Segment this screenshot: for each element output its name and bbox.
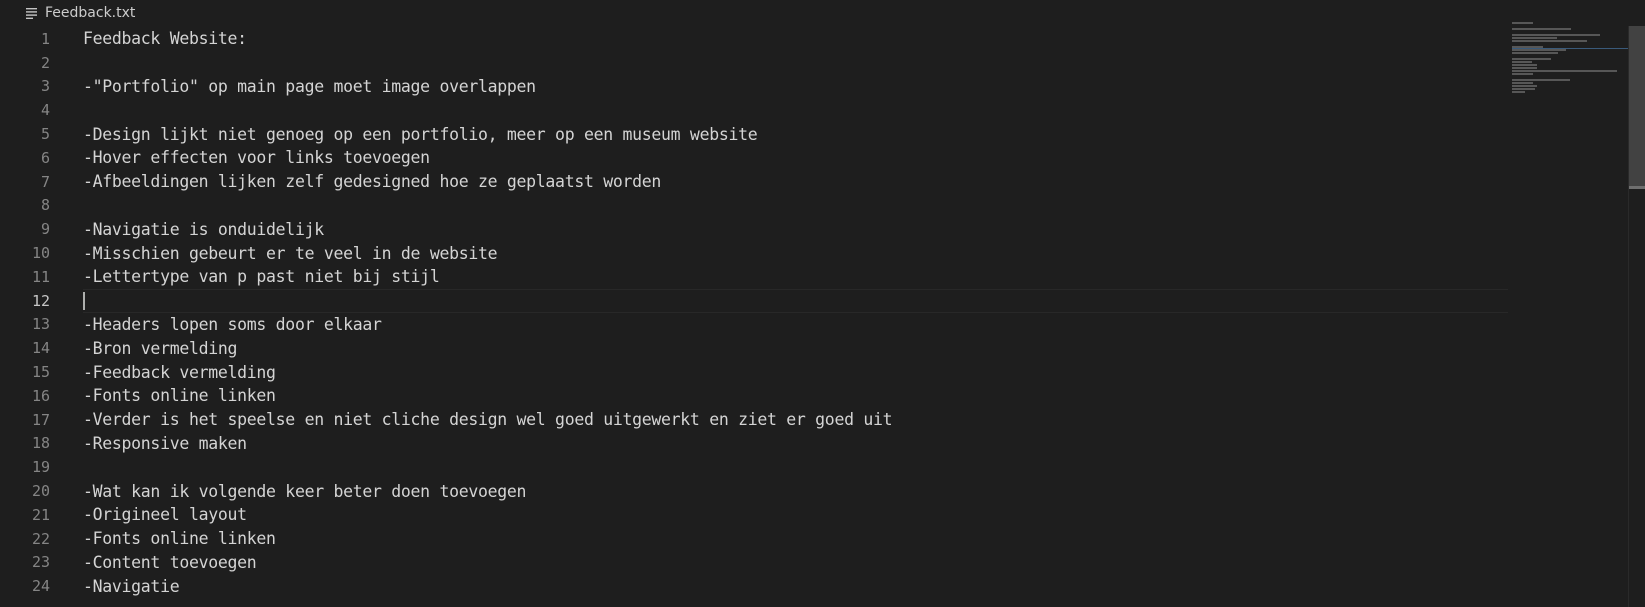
line-number: 4	[40, 101, 50, 120]
minimap-viewport-marker	[1512, 48, 1630, 49]
line-text[interactable]: -Fonts online linken	[83, 386, 276, 405]
minimap-line	[1512, 40, 1587, 42]
line-number: 22	[31, 529, 50, 548]
code-line[interactable]: 2	[0, 51, 1520, 75]
line-number: 8	[40, 196, 50, 215]
minimap[interactable]	[1512, 22, 1622, 93]
line-number: 16	[31, 386, 50, 405]
line-text[interactable]: -Verder is het speelse en niet cliche de…	[83, 410, 893, 429]
minimap-line	[1512, 52, 1559, 54]
line-text[interactable]: -Origineel layout	[83, 505, 247, 524]
line-number: 11	[31, 267, 50, 286]
code-line[interactable]: 18 -Responsive maken	[0, 432, 1520, 456]
line-text[interactable]: -Headers lopen soms door elkaar	[83, 315, 382, 334]
current-line-highlight	[83, 288, 1508, 313]
code-line[interactable]: 24 -Navigatie	[0, 574, 1520, 598]
line-text[interactable]: Feedback Website:	[83, 29, 247, 48]
line-number: 21	[31, 505, 50, 524]
line-number: 13	[31, 315, 50, 334]
code-line[interactable]: 7 -Afbeeldingen lijken zelf gedesigned ho…	[0, 170, 1520, 194]
line-text[interactable]: -Design lijkt niet genoeg op een portfol…	[83, 125, 758, 144]
code-line[interactable]: 1 Feedback Website:	[0, 27, 1520, 51]
breadcrumb-filename[interactable]: Feedback.txt	[45, 5, 135, 21]
line-text[interactable]: -Misschien gebeurt er te veel in de webs…	[83, 244, 498, 263]
code-line[interactable]: 13 -Headers lopen soms door elkaar	[0, 313, 1520, 337]
line-number: 3	[40, 77, 50, 96]
line-number: 1	[40, 29, 50, 48]
line-number: 2	[40, 53, 50, 72]
minimap-line	[1512, 82, 1534, 84]
line-number: 20	[31, 482, 50, 501]
code-line[interactable]: 12	[0, 288, 1520, 313]
breadcrumb[interactable]: Feedback.txt	[0, 0, 1500, 26]
code-line[interactable]: 15 -Feedback vermelding	[0, 360, 1520, 384]
line-number: 12	[31, 291, 50, 310]
line-text[interactable]: -Afbeeldingen lijken zelf gedesigned hoe…	[83, 172, 661, 191]
line-number: 19	[31, 458, 50, 477]
line-number: 7	[40, 172, 50, 191]
line-number: 24	[31, 577, 50, 596]
line-text[interactable]: -Lettertype van p past niet bij stijl	[83, 267, 440, 286]
code-line[interactable]: 22 -Fonts online linken	[0, 527, 1520, 551]
editor-window: Feedback.txt 1 Feedback Website: 2 3 -"Portf…	[0, 0, 1645, 607]
line-number: 23	[31, 553, 50, 572]
minimap-line	[1512, 37, 1557, 39]
code-line[interactable]: 5 -Design lijkt niet genoeg op een portfo…	[0, 122, 1520, 146]
minimap-line	[1512, 67, 1537, 69]
minimap-line	[1512, 49, 1566, 51]
minimap-line	[1512, 22, 1534, 24]
minimap-line	[1512, 34, 1600, 36]
code-line[interactable]: 16 -Fonts online linken	[0, 384, 1520, 408]
code-line[interactable]: 23 -Content toevoegen	[0, 551, 1520, 575]
line-text[interactable]: -Navigatie is onduidelijk	[83, 220, 324, 239]
code-line[interactable]: 6 -Hover effecten voor links toevoegen	[0, 146, 1520, 170]
minimap-line	[1512, 70, 1617, 72]
code-line[interactable]: 3 -"Portfolio" op main page moet image ov…	[0, 75, 1520, 99]
minimap-line	[1512, 73, 1534, 75]
minimap-line	[1512, 58, 1551, 60]
code-line[interactable]: 19	[0, 455, 1520, 479]
line-number: 14	[31, 339, 50, 358]
cursor-overview-marker	[1629, 186, 1645, 189]
minimap-line	[1512, 64, 1537, 66]
line-text[interactable]: -Content toevoegen	[83, 553, 257, 572]
line-number: 17	[31, 410, 50, 429]
text-cursor	[83, 291, 85, 310]
line-text[interactable]: -Responsive maken	[83, 434, 247, 453]
line-text[interactable]: -Hover effecten voor links toevoegen	[83, 148, 430, 167]
minimap-line	[1512, 91, 1525, 93]
line-text[interactable]: -"Portfolio" op main page moet image ove…	[83, 77, 536, 96]
code-line[interactable]: 9 -Navigatie is onduidelijk	[0, 217, 1520, 241]
line-number: 15	[31, 363, 50, 382]
minimap-line	[1512, 85, 1537, 87]
line-text[interactable]: -Wat kan ik volgende keer beter doen toe…	[83, 482, 526, 501]
line-text[interactable]: -Fonts online linken	[83, 529, 276, 548]
line-number: 10	[31, 244, 50, 263]
minimap-line	[1512, 61, 1532, 63]
line-number: 6	[40, 148, 50, 167]
line-number: 9	[40, 220, 50, 239]
line-text[interactable]: -Navigatie	[83, 577, 180, 596]
scrollbar-thumb[interactable]	[1629, 26, 1645, 188]
code-line[interactable]: 17 -Verder is het speelse en niet cliche …	[0, 408, 1520, 432]
line-number: 18	[31, 434, 50, 453]
file-lines-icon	[26, 7, 37, 19]
code-line[interactable]: 21 -Origineel layout	[0, 503, 1520, 527]
line-text[interactable]: -Feedback vermelding	[83, 363, 276, 382]
minimap-line	[1512, 88, 1535, 90]
minimap-line	[1512, 28, 1571, 30]
code-line[interactable]: 8	[0, 194, 1520, 218]
code-line[interactable]: 11 -Lettertype van p past niet bij stijl	[0, 265, 1520, 289]
minimap-line	[1512, 79, 1570, 81]
line-text[interactable]: -Bron vermelding	[83, 339, 237, 358]
code-area[interactable]: 1 Feedback Website: 2 3 -"Portfolio" op main…	[0, 27, 1520, 598]
code-line[interactable]: 10 -Misschien gebeurt er te veel in de we…	[0, 241, 1520, 265]
code-line[interactable]: 20 -Wat kan ik volgende keer beter doen t…	[0, 479, 1520, 503]
code-line[interactable]: 4	[0, 98, 1520, 122]
line-number: 5	[40, 125, 50, 144]
code-line[interactable]: 14 -Bron vermelding	[0, 336, 1520, 360]
